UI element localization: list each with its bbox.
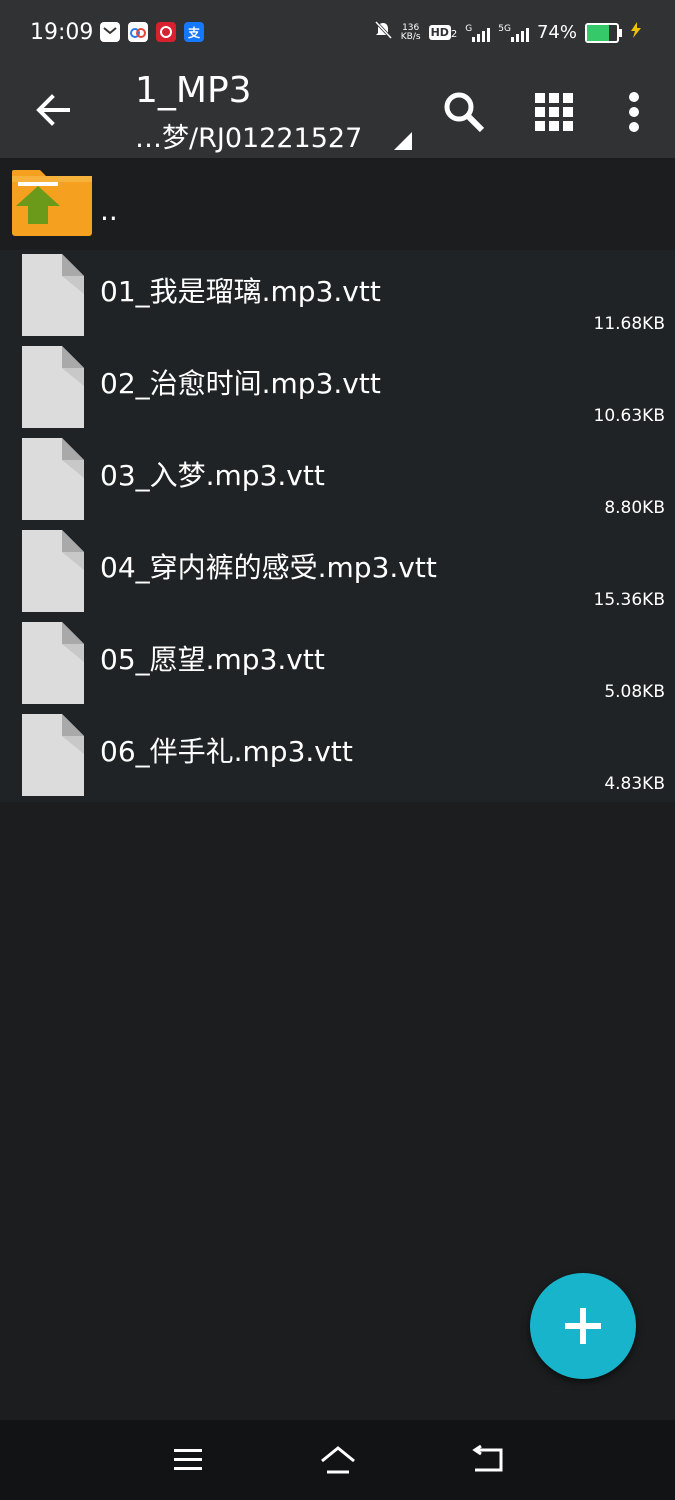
home-button[interactable] <box>318 1440 358 1480</box>
add-button[interactable] <box>530 1273 636 1379</box>
file-list: .. 01_我是瑠璃.mp3.vtt 11.68KB 02_治愈时间.mp3.vtt… <box>0 158 675 802</box>
file-icon <box>22 714 84 796</box>
notification-icons: 支 <box>100 22 204 42</box>
file-row[interactable]: 03_入梦.mp3.vtt 8.80KB <box>0 434 675 526</box>
return-icon <box>472 1445 503 1472</box>
hd-icon: HD 2 <box>428 25 458 40</box>
alipay-icon: 支 <box>184 22 204 42</box>
message-icon <box>100 22 120 42</box>
file-row[interactable]: 05_愿望.mp3.vtt 5.08KB <box>0 618 675 710</box>
speed-unit: KB/s <box>400 31 421 42</box>
back-button[interactable] <box>30 86 78 134</box>
app-toolbar: 1_MP3 …梦/RJ01221527 <box>0 70 675 158</box>
grid-view-icon <box>535 93 573 131</box>
hd-sub-label: 2 <box>450 29 458 40</box>
file-icon <box>22 438 84 520</box>
file-row[interactable]: 04_穿内裤的感受.mp3.vtt 15.36KB <box>0 526 675 618</box>
mute-bell-icon <box>373 20 393 45</box>
more-options-button[interactable] <box>604 82 664 142</box>
file-row[interactable]: 01_我是瑠璃.mp3.vtt 11.68KB <box>0 250 675 342</box>
battery-icon <box>585 22 622 43</box>
home-icon <box>321 1446 355 1474</box>
signal-1-icon: G <box>465 23 491 42</box>
status-time: 19:09 <box>30 20 94 45</box>
signal-2-label: 5G <box>498 23 511 34</box>
file-size: 5.08KB <box>604 682 665 702</box>
file-name: 05_愿望.mp3.vtt <box>100 643 325 676</box>
file-size: 15.36KB <box>593 590 665 610</box>
search-button[interactable] <box>434 82 494 142</box>
menu-icon <box>174 1449 202 1470</box>
file-name: 01_我是瑠璃.mp3.vtt <box>100 275 381 308</box>
cloud-app-icon <box>128 22 148 42</box>
signal-1-label: G <box>465 23 473 34</box>
parent-folder-row[interactable]: .. <box>0 158 675 250</box>
file-row[interactable]: 02_治愈时间.mp3.vtt 10.63KB <box>0 342 675 434</box>
network-speed: 136 KB/s <box>400 23 421 42</box>
file-icon <box>22 254 84 336</box>
signal-2-icon: 5G <box>498 24 529 42</box>
plus-icon <box>565 1308 601 1344</box>
file-size: 11.68KB <box>593 314 665 334</box>
file-row[interactable]: 06_伴手礼.mp3.vtt 4.83KB <box>0 710 675 802</box>
back-arrow-icon <box>36 94 70 126</box>
file-name: 02_治愈时间.mp3.vtt <box>100 367 381 400</box>
nav-back-button[interactable] <box>468 1440 508 1480</box>
search-icon <box>444 92 485 133</box>
charging-icon <box>627 21 645 44</box>
file-icon <box>22 622 84 704</box>
path-dropdown-icon[interactable] <box>394 132 412 150</box>
file-size: 8.80KB <box>604 498 665 518</box>
file-name: 06_伴手礼.mp3.vtt <box>100 735 353 768</box>
file-name: 04_穿内裤的感受.mp3.vtt <box>100 551 437 584</box>
hd-label: HD <box>428 25 451 40</box>
parent-folder-label: .. <box>100 194 118 227</box>
file-name: 03_入梦.mp3.vtt <box>100 459 325 492</box>
view-mode-button[interactable] <box>524 82 584 142</box>
menu-button[interactable] <box>168 1440 208 1480</box>
file-icon <box>22 530 84 612</box>
navigation-bar <box>0 1420 675 1500</box>
current-path[interactable]: …梦/RJ01221527 <box>135 116 362 155</box>
system-status: 136 KB/s HD 2 G 5G 74% <box>373 20 645 45</box>
folder-title: 1_MP3 <box>135 70 252 111</box>
battery-percent: 74% <box>536 22 577 43</box>
file-icon <box>22 346 84 428</box>
file-size: 4.83KB <box>604 774 665 794</box>
file-size: 10.63KB <box>593 406 665 426</box>
status-bar: 19:09 支 136 KB/s HD 2 G 5G 74% <box>0 0 675 70</box>
bank-app-icon <box>156 22 176 42</box>
more-vert-icon <box>629 92 639 132</box>
folder-up-icon <box>12 170 92 236</box>
